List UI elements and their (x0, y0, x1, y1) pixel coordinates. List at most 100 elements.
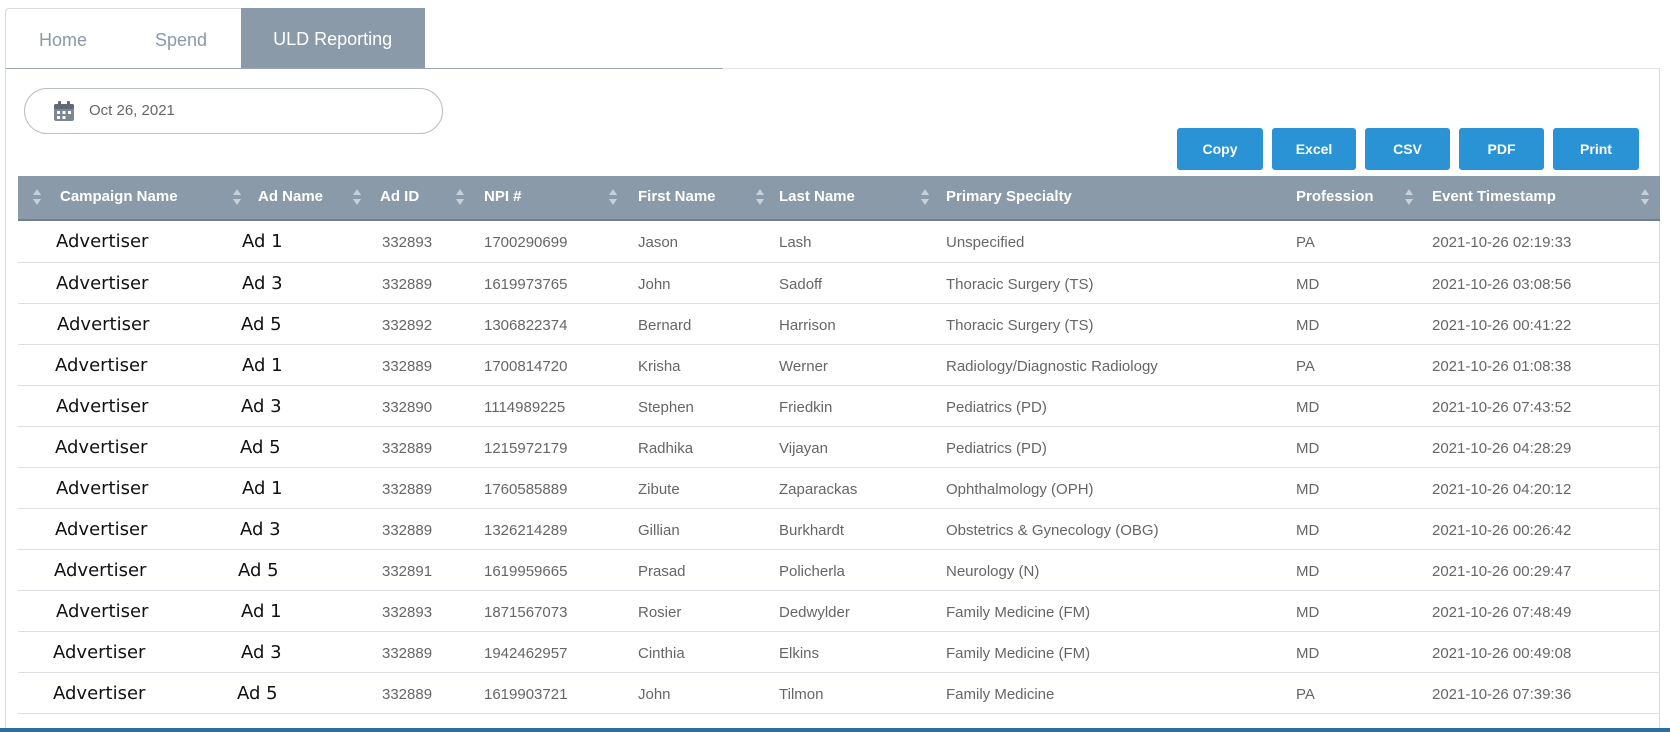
cell-first-name: Stephen (638, 399, 694, 416)
sort-icon[interactable] (32, 187, 42, 207)
cell-campaign-name: Advertiser (53, 683, 146, 704)
cell-npi: 1871567073 (484, 604, 568, 621)
cell-profession: MD (1296, 563, 1320, 580)
cell-profession: PA (1296, 358, 1315, 375)
excel-button[interactable]: Excel (1272, 128, 1356, 170)
table-row[interactable]: Advertiser Ad 3 332889 1326214289 Gillian Bur… (18, 509, 1660, 550)
cell-ad-id: 332889 (382, 358, 433, 375)
sort-icon[interactable] (352, 187, 362, 207)
cell-first-name: Zibute (638, 481, 680, 498)
cell-campaign-name: Advertiser (56, 231, 149, 252)
pdf-button[interactable]: PDF (1459, 128, 1544, 170)
cell-npi: 1619903721 (484, 686, 568, 703)
table-row[interactable]: Advertiser Ad 1 332893 1700290699 Jason Lash U… (18, 221, 1660, 263)
cell-last-name: Vijayan (779, 440, 828, 457)
csv-button[interactable]: CSV (1365, 128, 1450, 170)
cell-first-name: John (638, 686, 671, 703)
cell-primary-specialty: Family Medicine (FM) (946, 604, 1091, 621)
sort-icon[interactable] (920, 187, 930, 207)
cell-ad-name: Ad 5 (241, 314, 282, 335)
cell-profession: MD (1296, 522, 1320, 539)
cell-npi: 1760585889 (484, 481, 568, 498)
print-button[interactable]: Print (1553, 128, 1639, 170)
cell-profession: MD (1296, 399, 1320, 416)
table-row[interactable]: Advertiser Ad 1 332889 1760585889 Zibute Zapa… (18, 468, 1660, 509)
cell-last-name: Zaparackas (779, 481, 858, 498)
cell-ad-id: 332889 (382, 645, 433, 662)
cell-ad-name: Ad 5 (240, 437, 281, 458)
tab-spend[interactable]: Spend (121, 8, 242, 68)
cell-npi: 1326214289 (484, 522, 568, 539)
table-row[interactable]: Advertiser Ad 5 332891 1619959665 Prasad Poli… (18, 550, 1660, 591)
cell-primary-specialty: Radiology/Diagnostic Radiology (946, 358, 1158, 375)
cell-npi: 1942462957 (484, 645, 568, 662)
copy-button[interactable]: Copy (1177, 128, 1263, 170)
cell-last-name: Burkhardt (779, 522, 845, 539)
cell-primary-specialty: Pediatrics (PD) (946, 440, 1047, 457)
cell-primary-specialty: Obstetrics & Gynecology (OBG) (946, 522, 1159, 539)
cell-profession: PA (1296, 686, 1315, 703)
cell-event-timestamp: 2021-10-26 04:20:12 (1432, 481, 1572, 498)
cell-profession: MD (1296, 481, 1320, 498)
cell-npi: 1619959665 (484, 563, 568, 580)
cell-ad-name: Ad 3 (242, 273, 283, 294)
sort-icon[interactable] (455, 187, 465, 207)
cell-first-name: John (638, 276, 671, 293)
cell-event-timestamp: 2021-10-26 07:48:49 (1432, 604, 1572, 621)
cell-event-timestamp: 2021-10-26 07:43:52 (1432, 399, 1572, 416)
cell-npi: 1215972179 (484, 440, 568, 457)
cell-ad-name: Ad 1 (242, 231, 283, 252)
table-row[interactable]: Advertiser Ad 5 332889 1215972179 Radhika Vij… (18, 427, 1660, 468)
tab-home[interactable]: Home (5, 8, 122, 68)
cell-last-name: Sadoff (779, 276, 823, 293)
cell-ad-id: 332890 (382, 399, 433, 416)
sort-icon[interactable] (232, 187, 242, 207)
cell-ad-name: Ad 1 (242, 355, 283, 376)
cell-ad-id: 332891 (382, 563, 433, 580)
cell-primary-specialty: Thoracic Surgery (TS) (946, 317, 1094, 334)
cell-last-name: Friedkin (779, 399, 833, 416)
cell-ad-name: Ad 3 (241, 642, 282, 663)
cell-last-name: Elkins (779, 645, 820, 662)
cell-campaign-name: Advertiser (55, 355, 148, 376)
sort-icon[interactable] (755, 187, 765, 207)
column-header-ad-id[interactable]: Ad ID (380, 188, 419, 205)
cell-first-name: Prasad (638, 563, 686, 580)
cell-event-timestamp: 2021-10-26 02:19:33 (1432, 234, 1572, 251)
cell-ad-name: Ad 3 (241, 396, 282, 417)
cell-first-name: Cinthia (638, 645, 685, 662)
column-header-npi[interactable]: NPI # (484, 188, 522, 205)
cell-npi: 1306822374 (484, 317, 568, 334)
cell-ad-id: 332889 (382, 522, 433, 539)
column-header-profession[interactable]: Profession (1296, 188, 1374, 205)
column-header-ad-name[interactable]: Ad Name (258, 188, 323, 205)
table-row[interactable]: Advertiser Ad 1 332893 1871567073 Rosier Dedw… (18, 591, 1660, 632)
cell-first-name: Bernard (638, 317, 692, 334)
sort-icon[interactable] (608, 187, 618, 207)
table-row[interactable]: Advertiser Ad 3 332889 1619973765 John Sadoff… (18, 263, 1660, 304)
column-header-last-name[interactable]: Last Name (779, 188, 855, 205)
table-row[interactable]: Advertiser Ad 5 332892 1306822374 Bernard Har… (18, 304, 1660, 345)
table-row[interactable]: Advertiser Ad 1 332889 1700814720 Krisha Wern… (18, 345, 1660, 386)
cell-npi: 1700290699 (484, 234, 568, 251)
table-row[interactable]: Advertiser Ad 3 332889 1942462957 Cinthia Elk… (18, 632, 1660, 673)
column-header-campaign-name[interactable]: Campaign Name (60, 188, 178, 205)
table-row[interactable]: Advertiser Ad 3 332890 1114989225 Stephen Fri… (18, 386, 1660, 427)
tab-uld-reporting[interactable]: ULD Reporting (241, 8, 426, 69)
table-body: Advertiser Ad 1 332893 1700290699 Jason Lash U… (18, 221, 1660, 714)
date-picker[interactable]: Oct 26, 2021 (24, 88, 443, 134)
cell-primary-specialty: Pediatrics (PD) (946, 399, 1047, 416)
column-header-event-timestamp[interactable]: Event Timestamp (1432, 188, 1556, 205)
column-header-first-name[interactable]: First Name (638, 188, 716, 205)
cell-ad-name: Ad 3 (240, 519, 281, 540)
cell-primary-specialty: Ophthalmology (OPH) (946, 481, 1094, 498)
cell-campaign-name: Advertiser (56, 478, 149, 499)
table-row[interactable]: Advertiser Ad 5 332889 1619903721 John Tilmon… (18, 673, 1660, 714)
column-header-primary-specialty[interactable]: Primary Specialty (946, 188, 1072, 205)
sort-icon[interactable] (1640, 187, 1650, 207)
sort-icon[interactable] (1404, 187, 1414, 207)
cell-profession: MD (1296, 276, 1320, 293)
cell-profession: MD (1296, 440, 1320, 457)
cell-ad-name: Ad 1 (242, 478, 283, 499)
cell-primary-specialty: Family Medicine (FM) (946, 645, 1091, 662)
